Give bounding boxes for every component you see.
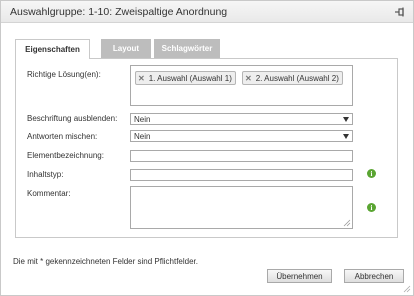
answer-chip-label: 2. Auswahl (Auswahl 2) bbox=[255, 73, 339, 83]
shuffle-answers-label: Antworten mischen: bbox=[27, 132, 98, 141]
close-icon[interactable]: ✕ bbox=[245, 74, 252, 83]
comment-textarea[interactable] bbox=[130, 186, 353, 229]
close-icon[interactable]: ✕ bbox=[138, 74, 145, 83]
cancel-button[interactable]: Abbrechen bbox=[344, 269, 404, 283]
tab-eigenschaften[interactable]: Eigenschaften bbox=[15, 39, 90, 59]
tab-schlagwoerter[interactable]: Schlagwörter bbox=[154, 39, 220, 58]
pin-icon[interactable] bbox=[393, 5, 407, 19]
chevron-down-icon bbox=[343, 117, 349, 122]
tab-bar: Eigenschaften Layout Schlagwörter bbox=[15, 39, 414, 59]
properties-panel: Richtige Lösung(en): ✕ 1. Auswahl (Auswa… bbox=[15, 58, 398, 238]
required-fields-note: Die mit * gekennzeichneten Felder sind P… bbox=[13, 257, 198, 266]
dialog: Auswahlgruppe: 1-10: Zweispaltige Anordn… bbox=[0, 0, 414, 296]
hide-caption-label: Beschriftung ausblenden: bbox=[27, 114, 118, 123]
hide-caption-select[interactable]: Nein bbox=[130, 113, 353, 125]
shuffle-answers-value: Nein bbox=[134, 131, 151, 141]
dialog-title: Auswahlgruppe: 1-10: Zweispaltige Anordn… bbox=[10, 6, 228, 18]
correct-answers-field[interactable]: ✕ 1. Auswahl (Auswahl 1) ✕ 2. Auswahl (A… bbox=[130, 65, 353, 106]
element-name-input[interactable] bbox=[130, 150, 353, 162]
answer-chip-2[interactable]: ✕ 2. Auswahl (Auswahl 2) bbox=[242, 71, 343, 85]
chevron-down-icon bbox=[343, 134, 349, 139]
correct-answers-label: Richtige Lösung(en): bbox=[27, 70, 101, 79]
info-icon[interactable]: i bbox=[367, 169, 376, 178]
element-name-label: Elementbezeichnung: bbox=[27, 151, 104, 160]
info-icon[interactable]: i bbox=[367, 203, 376, 212]
content-type-input[interactable] bbox=[130, 169, 353, 181]
dialog-titlebar[interactable]: Auswahlgruppe: 1-10: Zweispaltige Anordn… bbox=[1, 1, 413, 23]
apply-button[interactable]: Übernehmen bbox=[267, 269, 332, 283]
hide-caption-value: Nein bbox=[134, 114, 151, 124]
answer-chip-1[interactable]: ✕ 1. Auswahl (Auswahl 1) bbox=[135, 71, 236, 85]
content-type-label: Inhaltstyp: bbox=[27, 170, 64, 179]
resize-grip-icon[interactable] bbox=[343, 219, 351, 227]
dialog-resize-icon[interactable] bbox=[403, 285, 411, 293]
answer-chip-label: 1. Auswahl (Auswahl 1) bbox=[148, 73, 232, 83]
shuffle-answers-select[interactable]: Nein bbox=[130, 130, 353, 142]
comment-label: Kommentar: bbox=[27, 189, 71, 198]
tab-layout[interactable]: Layout bbox=[101, 39, 151, 58]
